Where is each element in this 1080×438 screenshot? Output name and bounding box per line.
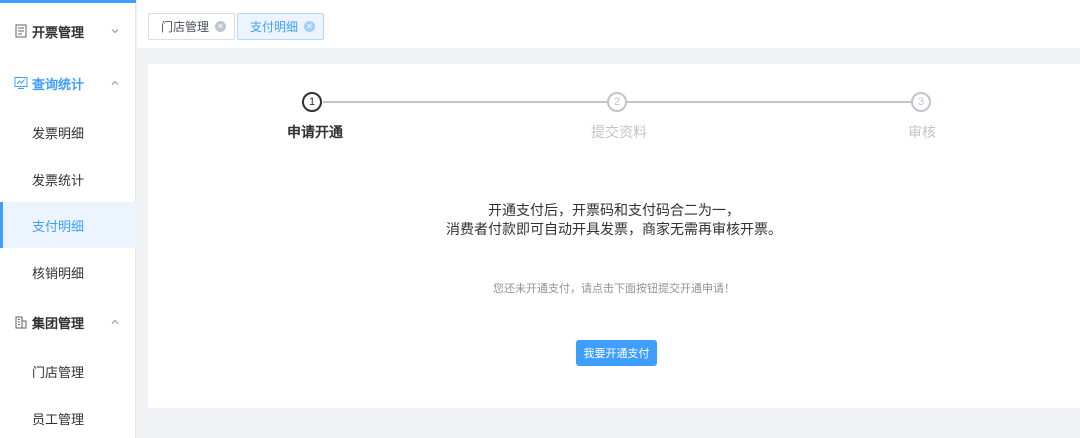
step-3-circle: 3 bbox=[911, 92, 931, 112]
sidebar-item-label: 支付明细 bbox=[32, 218, 85, 234]
main-card: 1 2 3 申请开通 提交资料 审核 开通支付后，开票码和支付码合二为一， 消费… bbox=[148, 64, 1080, 408]
sidebar-item-label: 发票明细 bbox=[32, 125, 85, 141]
sidebar-item-writeoff-details[interactable]: 核销明细 bbox=[0, 249, 136, 295]
chart-monitor-icon bbox=[14, 77, 28, 89]
open-payment-button[interactable]: 我要开通支付 bbox=[576, 340, 657, 366]
sidebar-item-label: 发票统计 bbox=[32, 172, 85, 188]
sidebar-top-accent bbox=[0, 0, 136, 3]
chevron-up-icon bbox=[111, 319, 119, 324]
close-icon[interactable]: ✕ bbox=[304, 21, 316, 32]
step-connector bbox=[627, 101, 911, 103]
sidebar-item-label: 门店管理 bbox=[32, 364, 85, 380]
sidebar-item-store-management[interactable]: 门店管理 bbox=[0, 348, 136, 394]
building-icon bbox=[15, 316, 27, 329]
step-2-circle: 2 bbox=[607, 92, 627, 112]
sidebar-item-payment-details[interactable]: 支付明细 bbox=[0, 202, 136, 248]
chevron-up-icon bbox=[111, 80, 119, 85]
sidebar-item-label: 员工管理 bbox=[32, 411, 85, 427]
tab-label: 门店管理 bbox=[161, 20, 210, 34]
menu-group-invoice-management[interactable]: 开票管理 bbox=[0, 8, 136, 54]
menu-group-label: 开票管理 bbox=[32, 24, 85, 40]
tab-payment-details[interactable]: 支付明细 ✕ bbox=[237, 13, 325, 40]
document-icon bbox=[15, 24, 27, 38]
menu-group-group-management[interactable]: 集团管理 bbox=[0, 299, 136, 345]
chevron-down-icon bbox=[111, 29, 119, 34]
step-3-title: 审核 bbox=[908, 124, 936, 140]
sidebar-item-invoice-details[interactable]: 发票明细 bbox=[0, 109, 136, 155]
step-1-title: 申请开通 bbox=[287, 124, 343, 140]
menu-group-label: 查询统计 bbox=[32, 76, 85, 92]
info-message-line1: 开通支付后，开票码和支付码合二为一， bbox=[488, 202, 740, 218]
step-1-circle: 1 bbox=[302, 92, 322, 112]
step-connector bbox=[323, 101, 607, 103]
sidebar-item-invoice-statistics[interactable]: 发票统计 bbox=[0, 156, 136, 202]
tab-store-management[interactable]: 门店管理 ✕ bbox=[148, 13, 236, 40]
sidebar-item-staff-management[interactable]: 员工管理 bbox=[0, 395, 136, 438]
tabs-bar: 门店管理 ✕ 支付明细 ✕ bbox=[137, 0, 1080, 48]
menu-group-label: 集团管理 bbox=[32, 315, 85, 331]
close-icon[interactable]: ✕ bbox=[215, 21, 227, 32]
menu-group-query-statistics[interactable]: 查询统计 bbox=[0, 60, 136, 106]
step-2-title: 提交资料 bbox=[591, 124, 647, 140]
tab-label: 支付明细 bbox=[250, 20, 299, 34]
sidebar: 开票管理 查询统计 发票明细 发票统计 支付明细 核销明细 集团管理 门店管理 … bbox=[0, 0, 136, 438]
hint-text: 您还未开通支付，请点击下面按钮提交开通申请！ bbox=[493, 283, 735, 295]
info-message-line2: 消费者付款即可自动开具发票，商家无需再审核开票。 bbox=[446, 221, 782, 237]
sidebar-item-label: 核销明细 bbox=[32, 265, 85, 281]
